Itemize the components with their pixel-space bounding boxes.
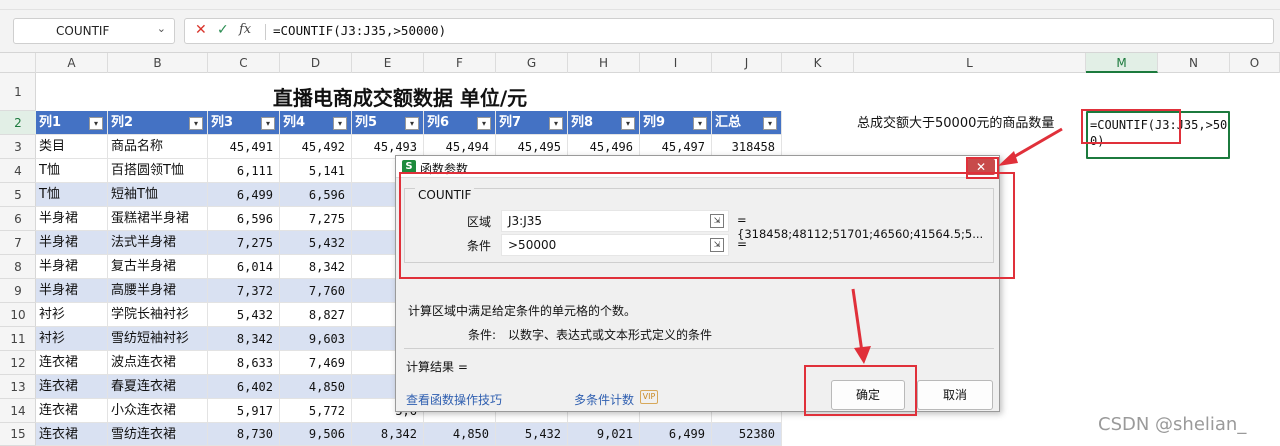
annotation-arrows: [851, 127, 1063, 364]
watermark: CSDN @shelian_: [1098, 414, 1247, 435]
arrowhead-close: [998, 151, 1018, 166]
arrow-to-ok: [851, 288, 864, 353]
arrowhead-ok: [854, 346, 871, 364]
